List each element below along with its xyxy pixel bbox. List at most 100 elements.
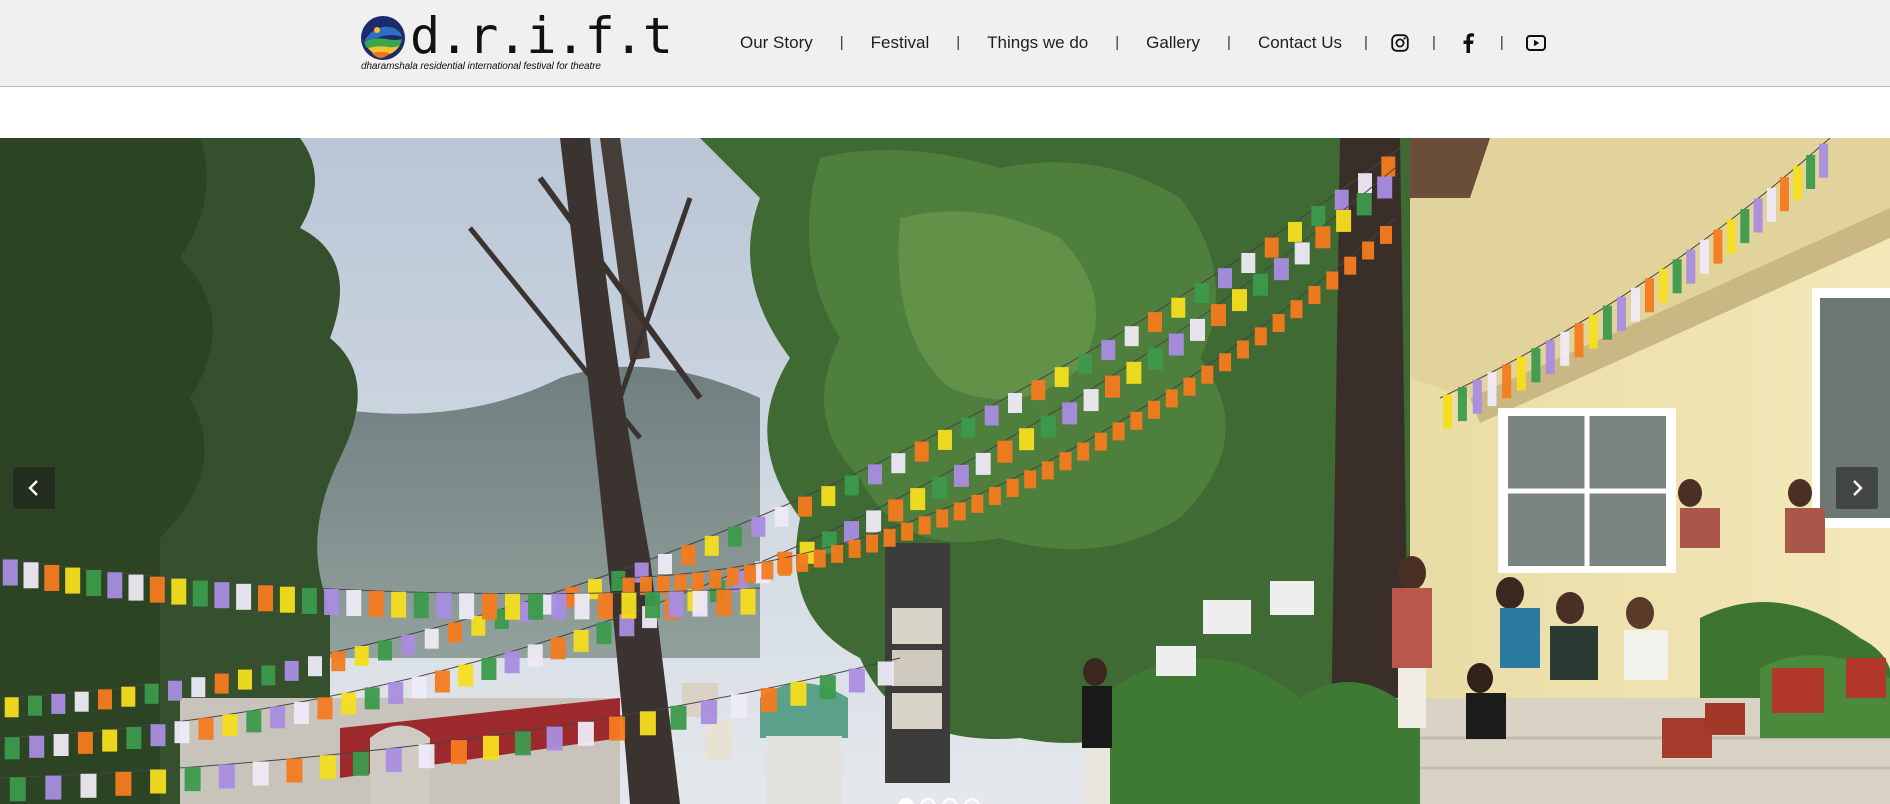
prayer-flag [1148, 400, 1160, 419]
prayer-flag [1443, 394, 1452, 429]
prayer-flag [1241, 253, 1256, 273]
prayer-flag [704, 535, 719, 556]
carousel-next-button[interactable] [1836, 467, 1878, 509]
nav-separator: | [1364, 34, 1368, 51]
prayer-flag [1288, 221, 1302, 242]
nav-separator: | [1227, 34, 1231, 51]
prayer-flag [1326, 271, 1339, 290]
prayer-flag [658, 554, 672, 574]
prayer-flag [144, 683, 159, 704]
prayer-flag [1334, 189, 1349, 210]
prayer-flag [1356, 193, 1372, 216]
nav-gallery[interactable]: Gallery [1146, 22, 1200, 64]
prayer-flag [1290, 300, 1303, 319]
carousel-dot[interactable] [964, 798, 980, 804]
prayer-flag [668, 591, 684, 618]
nav-things-we-do[interactable]: Things we do [987, 22, 1088, 64]
prayer-flag [28, 695, 42, 716]
prayer-flag [1077, 442, 1090, 461]
prayer-flag [2, 559, 18, 586]
prayer-flag [150, 724, 166, 747]
prayer-flag [901, 522, 914, 541]
prayer-flag [388, 682, 404, 704]
prayer-flag [744, 564, 756, 583]
prayer-flag [222, 714, 238, 737]
prayer-flag [1617, 296, 1626, 331]
prayer-flag [1358, 173, 1372, 194]
prayer-flag [1531, 348, 1541, 383]
prayer-flag [1165, 389, 1178, 408]
nav-our-story[interactable]: Our Story [740, 22, 813, 64]
prayer-flag [450, 740, 467, 765]
prayer-flag [1024, 470, 1037, 489]
chevron-right-icon [1853, 480, 1863, 496]
prayer-flag [573, 629, 589, 652]
carousel-dot[interactable] [942, 798, 958, 804]
prayer-flag [126, 727, 142, 749]
prayer-flag [174, 721, 190, 744]
prayer-flag [1126, 361, 1142, 384]
prayer-flag [483, 735, 499, 760]
prayer-flag [45, 775, 62, 800]
prayer-flag [413, 592, 429, 619]
prayer-flag [1672, 259, 1682, 294]
prayer-flag [577, 721, 594, 746]
prayer-flag [1753, 198, 1763, 233]
prayer-flag [597, 593, 613, 620]
carousel-dot[interactable] [920, 798, 936, 804]
prayer-flag [1253, 273, 1268, 296]
prayer-flag [107, 572, 123, 599]
logo-wordmark: d.r.i.f.t [410, 7, 673, 65]
prayer-flag [961, 417, 976, 438]
nav-festival[interactable]: Festival [871, 22, 930, 64]
prayer-flag [1008, 393, 1022, 413]
carousel-prev-button[interactable] [13, 467, 55, 509]
prayer-flag [77, 731, 93, 754]
prayer-flag [424, 628, 439, 649]
prayer-flag [378, 640, 392, 661]
carousel-dot[interactable] [898, 798, 914, 804]
prayer-flag [149, 576, 165, 603]
prayer-flag [1766, 187, 1776, 222]
prayer-flag [214, 582, 230, 609]
prayer-flag [1006, 478, 1019, 497]
prayer-flag [866, 510, 882, 533]
prayer-flag [504, 651, 520, 674]
prayer-flag [953, 464, 969, 487]
prayer-flag [1686, 249, 1696, 284]
prayer-flag [65, 567, 81, 594]
prayer-flag [1201, 365, 1214, 384]
prayer-flag [1254, 327, 1267, 346]
prayer-flag [341, 692, 357, 715]
prayer-flag [128, 574, 144, 601]
prayer-flag [740, 588, 756, 615]
prayer-flag [1574, 323, 1584, 358]
prayer-flag [1105, 375, 1120, 398]
prayer-flag [324, 589, 340, 615]
prayer-flag [1054, 367, 1069, 388]
prayer-flag [1560, 331, 1570, 366]
prayer-flag [214, 673, 229, 694]
prayer-flag [418, 744, 435, 769]
prayer-flag [657, 575, 670, 594]
facebook-icon[interactable] [1458, 33, 1478, 53]
prayer-flag [252, 761, 269, 786]
prayer-flag [270, 706, 286, 729]
prayer-flag [1602, 305, 1612, 340]
site-logo[interactable]: d.r.i.f.t dharamshala residential intern… [360, 7, 673, 74]
prayer-flag [150, 769, 167, 794]
prayer-flag [1171, 297, 1186, 318]
prayer-flag [681, 545, 696, 566]
prayer-flag [691, 572, 704, 591]
instagram-icon[interactable] [1390, 33, 1410, 53]
prayer-flag [798, 496, 812, 517]
prayer-flag [866, 534, 879, 553]
nav-contact-us[interactable]: Contact Us [1258, 22, 1342, 64]
prayer-flag [1112, 422, 1125, 441]
prayer-flag [1780, 177, 1789, 212]
prayer-flag [1793, 166, 1803, 201]
prayer-flag [1588, 314, 1598, 349]
youtube-icon[interactable] [1525, 33, 1546, 53]
prayer-flag [609, 716, 626, 741]
prayer-flag [1344, 256, 1357, 275]
